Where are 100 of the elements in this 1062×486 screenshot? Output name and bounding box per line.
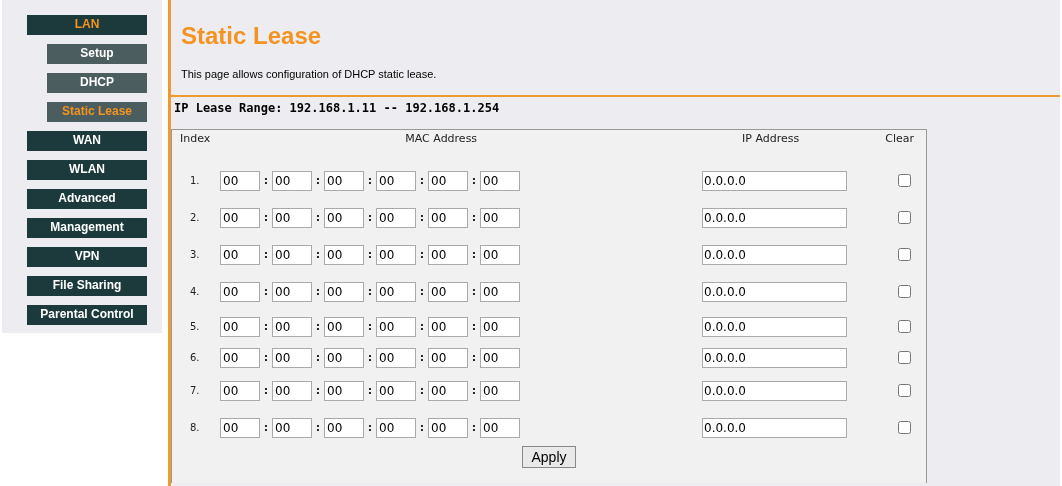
clear-checkbox[interactable] bbox=[898, 421, 911, 434]
submenu-item[interactable]: DHCP bbox=[47, 73, 147, 93]
mac-octet-field[interactable]: 00 bbox=[272, 380, 312, 401]
ip-address-field[interactable]: 0.0.0.0 bbox=[702, 380, 847, 401]
mac-octet-field[interactable]: 00 bbox=[428, 207, 468, 228]
mac-octet-field[interactable]: 00 bbox=[220, 347, 260, 368]
ip-address-field[interactable]: 0.0.0.0 bbox=[702, 207, 847, 228]
mac-octet-field[interactable]: 00 bbox=[272, 316, 312, 337]
lease-range-text: IP Lease Range: 192.168.1.11 -- 192.168.1.254 bbox=[174, 101, 500, 115]
mac-octet-field[interactable]: 00 bbox=[480, 281, 520, 302]
mac-octet-field[interactable]: 00 bbox=[376, 316, 416, 337]
colon-separator: : bbox=[470, 320, 478, 333]
mac-octet-field[interactable]: 00 bbox=[220, 380, 260, 401]
menu-item[interactable]: Parental Control bbox=[27, 305, 147, 325]
mac-octet-field[interactable]: 00 bbox=[220, 170, 260, 191]
row-index: 5. bbox=[190, 321, 201, 332]
colon-separator: : bbox=[314, 320, 322, 333]
submenu-item[interactable]: Setup bbox=[47, 44, 147, 64]
ip-address-field[interactable]: 0.0.0.0 bbox=[702, 281, 847, 302]
colon-separator: : bbox=[262, 248, 270, 261]
mac-octet-field[interactable]: 00 bbox=[480, 207, 520, 228]
menu-item[interactable]: WLAN bbox=[27, 160, 147, 180]
colon-separator: : bbox=[314, 248, 322, 261]
mac-octet-field[interactable]: 00 bbox=[324, 170, 364, 191]
colon-separator: : bbox=[418, 384, 426, 397]
apply-button[interactable]: Apply bbox=[522, 446, 576, 468]
menu-item[interactable]: LAN bbox=[27, 15, 147, 35]
colon-separator: : bbox=[262, 285, 270, 298]
menu-item[interactable]: File Sharing bbox=[27, 276, 147, 296]
mac-octet-field[interactable]: 00 bbox=[272, 417, 312, 438]
page-title: Static Lease bbox=[181, 21, 323, 51]
mac-octet-field[interactable]: 00 bbox=[220, 244, 260, 265]
ip-address-field[interactable]: 0.0.0.0 bbox=[702, 347, 847, 368]
colon-separator: : bbox=[366, 384, 374, 397]
mac-octet-field[interactable]: 00 bbox=[480, 170, 520, 191]
mac-octet-field[interactable]: 00 bbox=[324, 207, 364, 228]
colon-separator: : bbox=[470, 248, 478, 261]
mac-octet-field[interactable]: 00 bbox=[428, 417, 468, 438]
mac-octet-field[interactable]: 00 bbox=[480, 244, 520, 265]
mac-octet-field[interactable]: 00 bbox=[376, 380, 416, 401]
mac-octet-field[interactable]: 00 bbox=[272, 281, 312, 302]
menu-item[interactable]: Management bbox=[27, 218, 147, 238]
mac-octet-field[interactable]: 00 bbox=[376, 347, 416, 368]
mac-octet-field[interactable]: 00 bbox=[220, 281, 260, 302]
mac-octet-field[interactable]: 00 bbox=[480, 417, 520, 438]
colon-separator: : bbox=[470, 285, 478, 298]
mac-octet-field[interactable]: 00 bbox=[272, 170, 312, 191]
ip-address-field[interactable]: 0.0.0.0 bbox=[702, 170, 847, 191]
row-index: 3. bbox=[190, 249, 201, 260]
clear-checkbox[interactable] bbox=[898, 211, 911, 224]
mac-octet-field[interactable]: 00 bbox=[324, 281, 364, 302]
mac-octet-field[interactable]: 00 bbox=[428, 380, 468, 401]
colon-separator: : bbox=[262, 211, 270, 224]
ip-address-field[interactable]: 0.0.0.0 bbox=[702, 244, 847, 265]
mac-octet-field[interactable]: 00 bbox=[324, 380, 364, 401]
mac-octet-field[interactable]: 00 bbox=[376, 170, 416, 191]
clear-checkbox[interactable] bbox=[898, 248, 911, 261]
mac-octet-field[interactable]: 00 bbox=[272, 207, 312, 228]
mac-octet-field[interactable]: 00 bbox=[376, 417, 416, 438]
colon-separator: : bbox=[418, 248, 426, 261]
mac-octet-field[interactable]: 00 bbox=[220, 316, 260, 337]
mac-octet-field[interactable]: 00 bbox=[324, 347, 364, 368]
clear-checkbox[interactable] bbox=[898, 320, 911, 333]
mac-octet-field[interactable]: 00 bbox=[376, 207, 416, 228]
mac-octet-field[interactable]: 00 bbox=[324, 244, 364, 265]
mac-octet-field[interactable]: 00 bbox=[376, 244, 416, 265]
mac-octet-field[interactable]: 00 bbox=[428, 347, 468, 368]
mac-octet-field[interactable]: 00 bbox=[324, 417, 364, 438]
mac-octet-field[interactable]: 00 bbox=[220, 417, 260, 438]
menu-item[interactable]: Advanced bbox=[27, 189, 147, 209]
mac-octet-field[interactable]: 00 bbox=[272, 347, 312, 368]
column-header: IP Address bbox=[742, 132, 800, 145]
colon-separator: : bbox=[366, 174, 374, 187]
colon-separator: : bbox=[314, 351, 322, 364]
mac-octet-field[interactable]: 00 bbox=[220, 207, 260, 228]
colon-separator: : bbox=[470, 211, 478, 224]
mac-octet-field[interactable]: 00 bbox=[480, 380, 520, 401]
colon-separator: : bbox=[262, 421, 270, 434]
mac-octet-field[interactable]: 00 bbox=[272, 244, 312, 265]
mac-octet-field[interactable]: 00 bbox=[428, 170, 468, 191]
menu-item[interactable]: VPN bbox=[27, 247, 147, 267]
mac-octet-field[interactable]: 00 bbox=[480, 316, 520, 337]
ip-address-field[interactable]: 0.0.0.0 bbox=[702, 417, 847, 438]
column-header: MAC Address bbox=[405, 132, 478, 145]
colon-separator: : bbox=[314, 174, 322, 187]
mac-octet-field[interactable]: 00 bbox=[428, 244, 468, 265]
colon-separator: : bbox=[366, 351, 374, 364]
mac-octet-field[interactable]: 00 bbox=[324, 316, 364, 337]
mac-octet-field[interactable]: 00 bbox=[428, 281, 468, 302]
clear-checkbox[interactable] bbox=[898, 351, 911, 364]
colon-separator: : bbox=[262, 384, 270, 397]
clear-checkbox[interactable] bbox=[898, 174, 911, 187]
mac-octet-field[interactable]: 00 bbox=[480, 347, 520, 368]
column-header: Clear bbox=[885, 132, 915, 145]
clear-checkbox[interactable] bbox=[898, 285, 911, 298]
mac-octet-field[interactable]: 00 bbox=[376, 281, 416, 302]
menu-item[interactable]: WAN bbox=[27, 131, 147, 151]
ip-address-field[interactable]: 0.0.0.0 bbox=[702, 316, 847, 337]
clear-checkbox[interactable] bbox=[898, 384, 911, 397]
mac-octet-field[interactable]: 00 bbox=[428, 316, 468, 337]
